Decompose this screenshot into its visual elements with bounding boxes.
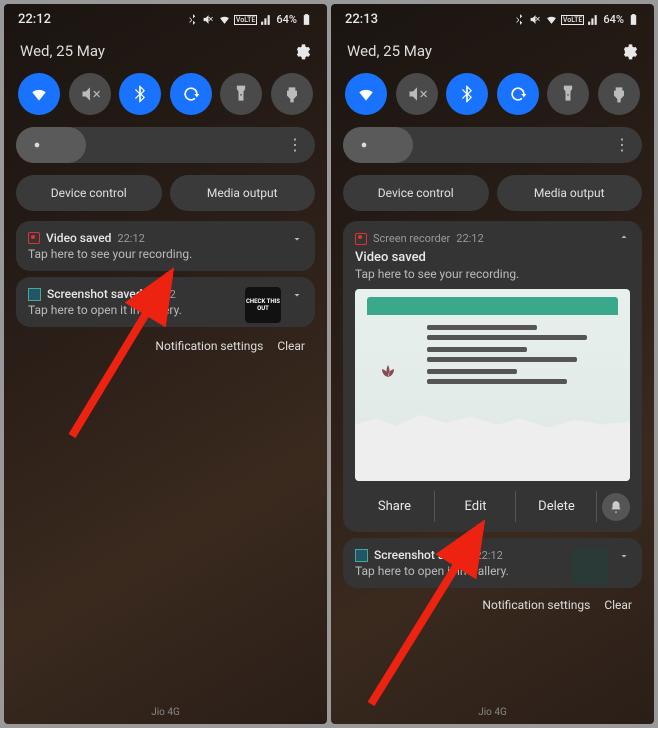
clear-button[interactable]: Clear (604, 598, 632, 612)
qs-wifi[interactable] (18, 73, 60, 115)
notif-subtitle: Tap here to see your recording. (28, 247, 303, 261)
signal-icon (587, 13, 600, 26)
lotus-icon (373, 363, 403, 387)
chevron-up-icon[interactable] (618, 231, 630, 246)
battery-text: 64% (603, 13, 624, 26)
qs-sound[interactable] (396, 73, 438, 115)
bluetooth-icon (513, 13, 526, 26)
video-preview[interactable] (355, 289, 630, 481)
recorder-icon (28, 232, 40, 244)
qs-flashlight[interactable] (220, 73, 262, 115)
notif-title: Screenshot saved (47, 287, 142, 301)
status-bar: 22:12 VoLTE 64% (4, 4, 327, 35)
qs-wifi[interactable] (345, 73, 387, 115)
carrier-label: Jio 4G (331, 707, 654, 718)
screenshot-icon (28, 288, 41, 301)
status-bar: 22:13 VoLTE 64% (331, 4, 654, 35)
chevron-down-icon[interactable] (291, 289, 303, 304)
screenshot-thumbnail: CHECK THIS OUT (245, 287, 281, 323)
clock: 22:13 (345, 12, 378, 27)
notification-video-saved[interactable]: Video saved 22:12 Tap here to see your r… (16, 221, 315, 271)
wifi-icon (218, 13, 231, 26)
qs-rotate[interactable] (170, 73, 212, 115)
qs-power[interactable] (271, 73, 313, 115)
media-output-button[interactable]: Media output (170, 175, 316, 211)
edit-button[interactable]: Edit (436, 491, 516, 522)
phone-right: 22:13 VoLTE 64% Wed, 25 May ⋮ (331, 4, 654, 724)
date-label: Wed, 25 May (347, 42, 432, 60)
notification-actions: Share Edit Delete (355, 491, 630, 522)
phone-left: 22:12 VoLTE 64% Wed, 25 May ⋮ (4, 4, 327, 724)
chevron-down-icon[interactable] (618, 550, 630, 565)
clock: 22:12 (18, 12, 51, 27)
qs-sound[interactable] (69, 73, 111, 115)
notif-subtitle: Tap here to see your recording. (355, 267, 630, 281)
status-icons: VoLTE 64% (186, 13, 313, 26)
clear-button[interactable]: Clear (277, 339, 305, 353)
qs-flashlight[interactable] (547, 73, 589, 115)
media-output-button[interactable]: Media output (497, 175, 643, 211)
screenshot-thumbnail (572, 548, 608, 584)
notification-video-saved-expanded[interactable]: Screen recorder 22:12 Video saved Tap he… (343, 221, 642, 532)
device-control-button[interactable]: Device control (343, 175, 489, 211)
notif-title: Video saved (355, 250, 630, 265)
status-icons: VoLTE 64% (513, 13, 640, 26)
signal-icon (260, 13, 273, 26)
carrier-label: Jio 4G (4, 707, 327, 718)
notif-time: 22:12 (475, 549, 502, 562)
volte-badge: VoLTE (234, 15, 257, 25)
brightness-slider[interactable]: ⋮ (16, 127, 315, 163)
device-control-button[interactable]: Device control (16, 175, 162, 211)
wifi-icon (545, 13, 558, 26)
qs-power[interactable] (598, 73, 640, 115)
delete-button[interactable]: Delete (517, 491, 597, 522)
notification-settings-button[interactable]: Notification settings (155, 339, 263, 353)
notif-title: Screenshot saved (374, 548, 469, 562)
qs-bluetooth[interactable] (446, 73, 488, 115)
volte-badge: VoLTE (561, 15, 584, 25)
quick-settings (16, 73, 315, 127)
battery-text: 64% (276, 13, 297, 26)
qs-rotate[interactable] (497, 73, 539, 115)
app-name: Screen recorder (373, 232, 450, 245)
notif-time: 22:12 (117, 232, 144, 245)
quick-settings (343, 73, 642, 127)
notif-title: Video saved (46, 231, 111, 245)
screenshot-icon (355, 549, 368, 562)
qs-bluetooth[interactable] (119, 73, 161, 115)
date-label: Wed, 25 May (20, 42, 105, 60)
notif-time: 22:12 (456, 232, 483, 245)
notification-screenshot-saved[interactable]: Screenshot saved 22:12 Tap here to open … (343, 538, 642, 588)
share-button[interactable]: Share (355, 491, 435, 522)
chevron-down-icon[interactable] (291, 233, 303, 248)
brightness-slider[interactable]: ⋮ (343, 127, 642, 163)
battery-icon (627, 13, 640, 26)
battery-icon (300, 13, 313, 26)
mute-icon (202, 13, 215, 26)
notification-settings-button[interactable]: Notification settings (482, 598, 590, 612)
notification-bell-button[interactable] (602, 493, 630, 521)
gear-icon[interactable] (291, 41, 311, 61)
sun-icon (30, 138, 44, 152)
mute-icon (529, 13, 542, 26)
recorder-icon (355, 233, 367, 245)
sun-icon (357, 138, 371, 152)
bluetooth-icon (186, 13, 199, 26)
notification-screenshot-saved[interactable]: Screenshot saved 22:12 Tap here to open … (16, 277, 315, 327)
gear-icon[interactable] (618, 41, 638, 61)
notif-time: 22:12 (148, 288, 175, 301)
